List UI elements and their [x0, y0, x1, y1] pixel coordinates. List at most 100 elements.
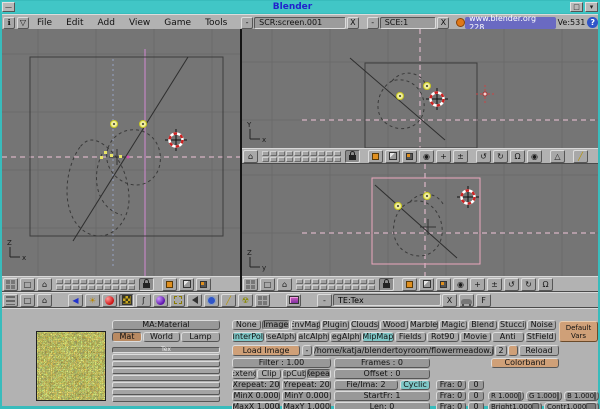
material-id-button[interactable]: MA:Material: [112, 320, 220, 330]
texture-name-field[interactable]: TE:Tex: [333, 294, 441, 306]
home-icon[interactable]: ⌂: [277, 278, 292, 291]
anim-buttons-icon[interactable]: ʃ: [136, 294, 151, 307]
fake-user-button[interactable]: F: [476, 294, 491, 307]
layer-toggle[interactable]: [88, 285, 95, 290]
layer-toggle[interactable]: [334, 157, 341, 162]
face-select-dropdown[interactable]: [402, 150, 417, 163]
menu-add[interactable]: Add: [91, 18, 122, 28]
fullscreen-icon[interactable]: □: [20, 278, 35, 291]
window-type-dropdown[interactable]: [3, 278, 18, 291]
layer-toggle[interactable]: [310, 157, 317, 162]
flag-calcalpha-button[interactable]: CalcAlpha: [297, 332, 329, 342]
load-image-button[interactable]: Load Image: [232, 345, 300, 356]
lamp-object[interactable]: [476, 85, 494, 103]
flag-usealpha-button[interactable]: UseAlpha: [265, 332, 297, 342]
reload-button[interactable]: Reload: [519, 345, 559, 356]
layer-toggle[interactable]: [296, 285, 303, 290]
window-type-dropdown[interactable]: [3, 294, 18, 307]
layer-toggle[interactable]: [72, 285, 79, 290]
yrepeat-field[interactable]: Yrepeat: 20: [282, 380, 331, 390]
clip-button[interactable]: Clip: [257, 369, 281, 379]
control-point[interactable]: [140, 121, 147, 128]
viewport-side[interactable]: Z y: [242, 164, 598, 276]
texture-slot[interactable]: Tex: [112, 347, 220, 353]
texture-delete-button[interactable]: X: [442, 294, 457, 307]
slider-contr[interactable]: Contr1.000: [544, 402, 599, 409]
layer-toggle[interactable]: [120, 279, 127, 284]
filter-field[interactable]: Filter : 1.00: [232, 358, 331, 368]
pack-image-icon[interactable]: [508, 345, 518, 356]
chevron-down-icon[interactable]: ▽: [17, 17, 29, 29]
startfr-field[interactable]: StartFr: 1: [334, 391, 430, 401]
type-image-button[interactable]: Image: [262, 320, 291, 330]
scene-delete-button[interactable]: X: [437, 17, 449, 29]
slider-g[interactable]: G 1.000: [526, 391, 562, 401]
paint-buttons-icon[interactable]: ╱: [221, 294, 236, 307]
radiosity-buttons-icon[interactable]: ☢: [238, 294, 253, 307]
cyclic-button[interactable]: Cyclic: [400, 380, 430, 390]
layer-toggle[interactable]: [96, 285, 103, 290]
cursor-3d[interactable]: [165, 129, 187, 151]
fra-count-field[interactable]: 0: [468, 391, 484, 401]
shade-button[interactable]: ▾: [585, 2, 598, 12]
home-icon[interactable]: ⌂: [37, 294, 52, 307]
image-users-button[interactable]: 2: [495, 345, 507, 356]
draw-type-dropdown[interactable]: [385, 150, 400, 163]
layer-toggle[interactable]: [64, 285, 71, 290]
cursor-3d[interactable]: [457, 186, 479, 208]
slider-knob[interactable]: [557, 392, 559, 400]
menu-game[interactable]: Game: [157, 18, 198, 28]
layer-toggle[interactable]: [326, 151, 333, 156]
layer-toggle[interactable]: [304, 279, 311, 284]
display-buttons-icon[interactable]: [255, 294, 270, 307]
context-mat-button[interactable]: Mat: [112, 332, 142, 342]
clipcube-button[interactable]: ClipCube: [282, 369, 306, 379]
default-vars-button[interactable]: Default Vars: [559, 321, 598, 342]
type-wood-button[interactable]: Wood: [380, 320, 409, 330]
layer-toggle[interactable]: [368, 279, 375, 284]
cursor-3d[interactable]: [426, 88, 448, 110]
move-icon[interactable]: +: [436, 150, 451, 163]
rotate-left-icon[interactable]: ↺: [504, 278, 519, 291]
layer-buttons[interactable]: [296, 279, 375, 290]
layer-toggle[interactable]: [352, 285, 359, 290]
scene-browse-icon[interactable]: -: [367, 17, 379, 29]
slider-bright[interactable]: Bright1.000: [488, 402, 542, 409]
script-buttons-icon[interactable]: [204, 294, 219, 307]
layer-toggle[interactable]: [368, 285, 375, 290]
type-marble-button[interactable]: Marble: [409, 320, 438, 330]
layer-toggle[interactable]: [360, 285, 367, 290]
layer-toggle[interactable]: [312, 285, 319, 290]
slider-r[interactable]: R 1.000: [488, 391, 524, 401]
flag-mipmap-button[interactable]: MipMap: [362, 332, 394, 342]
fra-count-field[interactable]: 0: [468, 402, 484, 409]
layer-toggle[interactable]: [262, 151, 269, 156]
xrepeat-field[interactable]: Xrepeat: 20: [232, 380, 280, 390]
texture-slot[interactable]: [112, 389, 220, 395]
context-world-button[interactable]: World: [143, 332, 180, 342]
layer-toggle[interactable]: [270, 151, 277, 156]
flag-anti-button[interactable]: Anti: [492, 332, 524, 342]
type-magic-button[interactable]: Magic: [439, 320, 468, 330]
rotate-right-icon[interactable]: ↻: [521, 278, 536, 291]
edit-buttons-icon[interactable]: [170, 294, 185, 307]
layer-toggle[interactable]: [334, 151, 341, 156]
screen-delete-button[interactable]: X: [347, 17, 359, 29]
flag-interpol-button[interactable]: InterPol: [232, 332, 264, 342]
viewport-top[interactable]: Y x: [242, 29, 598, 148]
texture-slot[interactable]: [112, 368, 220, 374]
fullscreen-icon[interactable]: □: [260, 278, 275, 291]
miny-field[interactable]: MinY 0.000: [282, 391, 331, 401]
layer-toggle[interactable]: [104, 279, 111, 284]
frames-field[interactable]: Frames : 0: [334, 358, 430, 368]
layer-toggle[interactable]: [294, 151, 301, 156]
layer-toggle[interactable]: [302, 157, 309, 162]
layer-toggle[interactable]: [302, 151, 309, 156]
layer-toggle[interactable]: [320, 285, 327, 290]
plane-outline[interactable]: [365, 63, 477, 148]
layer-toggle[interactable]: [104, 285, 111, 290]
type-plugin-button[interactable]: Plugin: [321, 320, 350, 330]
curve-object[interactable]: [394, 194, 444, 256]
type-blend-button[interactable]: Blend: [468, 320, 497, 330]
layer-toggle[interactable]: [296, 279, 303, 284]
